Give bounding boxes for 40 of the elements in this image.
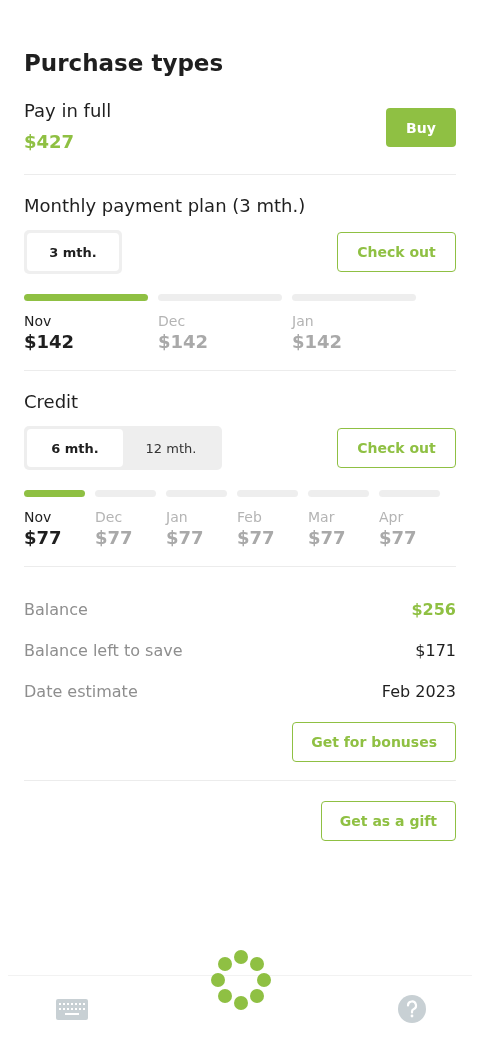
amount: $77 <box>308 527 346 548</box>
amount: $142 <box>158 331 209 352</box>
month-label: Jan <box>166 509 188 525</box>
amount: $77 <box>166 527 204 548</box>
summary-label: Date estimate <box>24 682 138 701</box>
summary-value: $171 <box>415 641 456 660</box>
amount: $77 <box>24 527 62 548</box>
month-label: Jan <box>292 313 314 329</box>
month-label: Dec <box>158 313 186 329</box>
price: $427 <box>24 131 76 152</box>
month-label: Nov <box>24 313 52 329</box>
check-out-button[interactable]: Check out <box>337 232 456 272</box>
loading-spinner-icon <box>211 950 271 1010</box>
month-label: Apr <box>379 509 404 525</box>
month-label: Nov <box>24 509 52 525</box>
check-out-button[interactable]: Check out <box>337 428 456 468</box>
summary-label: Balance <box>24 600 88 619</box>
gift-button[interactable]: Get as a gift <box>320 801 456 841</box>
month-label: Feb <box>237 509 262 525</box>
option-title: Credit <box>24 391 80 412</box>
summary-value: Feb 2023 <box>381 682 456 701</box>
bonus-button[interactable]: Get for bonuses <box>292 722 456 762</box>
summary-value: $256 <box>411 600 456 619</box>
amount: $77 <box>95 527 133 548</box>
month-label: Dec <box>95 509 123 525</box>
option-title: Pay in full <box>24 100 112 121</box>
term-tab[interactable]: 6 mth. <box>27 429 123 467</box>
page-title: Purchase types <box>24 49 225 78</box>
month-label: Mar <box>308 509 335 525</box>
amount: $77 <box>379 527 417 548</box>
summary-label: Balance left to save <box>24 641 183 660</box>
term-tab[interactable]: 12 mth. <box>123 429 219 467</box>
help-icon[interactable] <box>397 994 427 1024</box>
option-title: Monthly payment plan (3 mth.) <box>24 195 307 216</box>
amount: $142 <box>24 331 75 352</box>
amount: $77 <box>237 527 275 548</box>
buy-button[interactable]: Buy <box>386 108 456 147</box>
term-tab[interactable]: 3 mth. <box>27 233 119 271</box>
amount: $142 <box>292 331 343 352</box>
keyboard-icon[interactable] <box>56 999 88 1020</box>
